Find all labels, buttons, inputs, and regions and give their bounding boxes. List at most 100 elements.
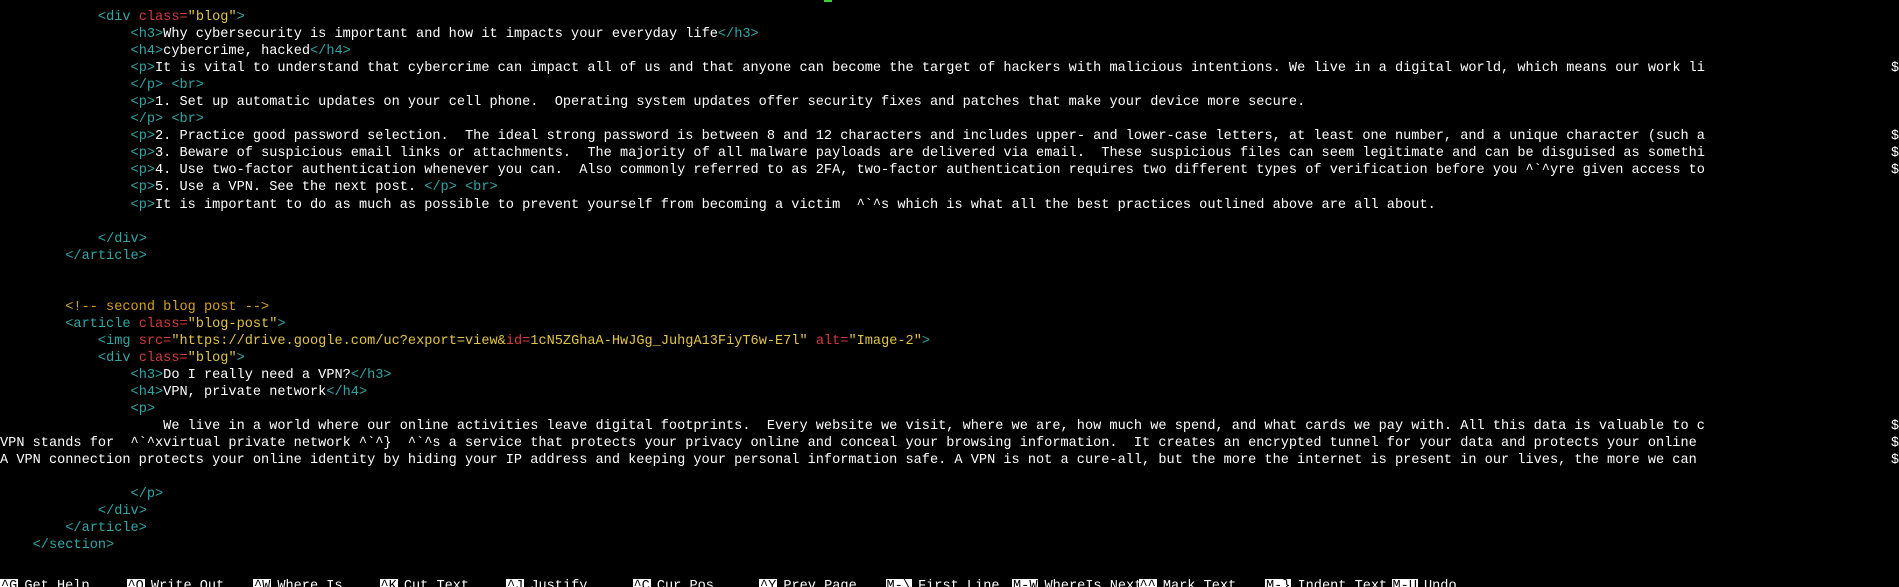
code-token-attr: src= <box>138 333 172 349</box>
shortcut-item[interactable]: M-W WhereIs Next <box>1012 578 1142 587</box>
code-token-text: VPN, private network <box>163 385 327 401</box>
code-token-text: A VPN connection protects your online id… <box>0 453 1705 469</box>
shortcut-item[interactable]: M-U Undo <box>1391 578 1457 587</box>
code-line[interactable]: </p> <br> <box>0 111 1899 128</box>
line-overflow-marker: $ <box>1890 419 1899 435</box>
code-token-attr: class= <box>138 316 188 332</box>
code-token-tag: <p> <box>130 402 156 418</box>
shortcut-key: ^^ <box>1138 579 1157 587</box>
code-line[interactable]: <p> <box>0 401 1899 418</box>
code-line[interactable]: <div class="blog"> <box>0 350 1899 367</box>
code-token-attr: alt= <box>815 333 849 349</box>
code-line[interactable]: <p>1. Set up automatic updates on your c… <box>0 94 1899 111</box>
code-token-tag: </article> <box>65 521 147 537</box>
code-token-tag: > <box>236 10 245 25</box>
code-line[interactable] <box>0 282 1899 299</box>
line-overflow-marker: $ <box>1890 146 1899 162</box>
code-line[interactable]: <img src="https://drive.google.com/uc?ex… <box>0 333 1899 350</box>
code-line[interactable]: <p>3. Beware of suspicious email links o… <box>0 145 1899 162</box>
cursor-marker <box>824 0 832 2</box>
code-line[interactable]: <!-- second blog post --> <box>0 299 1899 316</box>
shortcut-item[interactable]: ^K Cut Text <box>379 578 469 587</box>
code-line[interactable]: <p>2. Practice good password selection. … <box>0 128 1899 145</box>
shortcut-label: Indent Text <box>1297 579 1388 587</box>
code-line[interactable]: <p>It is important to do as much as poss… <box>0 197 1899 214</box>
code-token-text: It is important to do as much as possibl… <box>155 197 1436 213</box>
shortcut-item[interactable]: ^G Get Help <box>0 578 90 587</box>
code-token-tag: </p> <br> <box>424 180 498 196</box>
shortcut-item[interactable]: ^^ Mark Text <box>1138 578 1237 587</box>
code-token-tag: <p> <box>130 129 156 145</box>
code-token-attr: class= <box>138 350 188 366</box>
shortcut-item[interactable]: ^Y Prev Page <box>759 578 857 587</box>
code-token-tag: <h3> <box>130 27 164 43</box>
code-token-tag: <article <box>65 316 139 332</box>
shortcut-label: WhereIs Next <box>1044 579 1143 587</box>
code-line[interactable]: <article class="blog-post"> <box>0 316 1899 333</box>
shortcut-item[interactable]: ^J Justify <box>506 578 587 587</box>
shortcut-item[interactable]: ^O Write Out <box>126 578 225 587</box>
code-token-str: "blog" <box>187 10 237 25</box>
code-line[interactable] <box>0 265 1899 282</box>
shortcut-label: Mark Text <box>1162 579 1237 587</box>
code-line[interactable]: <p>4. Use two-factor authentication when… <box>0 162 1899 179</box>
code-token-text: We live in a world where our online acti… <box>163 419 1705 435</box>
code-line[interactable]: </p> <box>0 486 1899 503</box>
code-line[interactable]: We live in a world where our online acti… <box>0 418 1899 435</box>
shortcut-item[interactable]: M-} Indent Text <box>1265 578 1387 587</box>
shortcut-label: Write Out <box>150 579 225 587</box>
shortcut-item[interactable]: M-\ First Line <box>885 578 1000 587</box>
code-token-tag: </p> <box>130 487 164 503</box>
code-token-tag: <p> <box>130 146 156 162</box>
code-token-text: 3. Beware of suspicious email links or a… <box>155 146 1705 162</box>
code-line[interactable] <box>0 214 1899 231</box>
shortcut-item[interactable]: ^C Cur Pos <box>632 578 714 587</box>
code-token-tag: <img <box>97 333 139 349</box>
shortcut-item[interactable]: ^W Where Is <box>253 578 343 587</box>
shortcut-key: M-W <box>1012 579 1039 587</box>
code-token-str: "Image-2" <box>848 333 922 349</box>
code-line[interactable]: <h3>Why cybersecurity is important and h… <box>0 26 1899 43</box>
code-token-tag: </h4> <box>326 385 368 401</box>
code-token-attr: class= <box>138 10 188 25</box>
code-token-tag: </p> <br> <box>130 112 204 128</box>
code-token-tag: > <box>921 333 931 349</box>
code-line[interactable]: <p>5. Use a VPN. See the next post. </p>… <box>0 179 1899 196</box>
shortcut-key: ^K <box>379 579 398 587</box>
shortcut-key: ^Y <box>759 579 778 587</box>
code-line[interactable] <box>0 469 1899 486</box>
code-line[interactable]: </article> <box>0 248 1899 265</box>
code-line[interactable]: </div> <box>0 503 1899 520</box>
code-token-tag: <h4> <box>130 44 164 60</box>
code-line[interactable]: </article> <box>0 520 1899 537</box>
code-line[interactable]: <h4>VPN, private network</h4> <box>0 384 1899 401</box>
code-line[interactable]: <h4>cybercrime, hacked</h4> <box>0 43 1899 60</box>
code-token-tag: <p> <box>130 61 156 77</box>
code-token-tag: </div> <box>97 231 147 247</box>
code-line[interactable]: </p> <br> <box>0 77 1899 94</box>
code-line[interactable]: <div class="blog"> <box>0 9 1899 26</box>
code-token-text: 2. Practice good password selection. The… <box>155 129 1705 145</box>
code-token-tag: > <box>236 350 245 366</box>
code-line[interactable]: </div> <box>0 231 1899 248</box>
code-line[interactable]: <p>It is vital to understand that cyberc… <box>0 60 1899 77</box>
line-overflow-marker: $ <box>1890 453 1899 469</box>
editor-buffer[interactable]: <div class="blog"> <h3>Why cybersecurity… <box>0 9 1899 569</box>
code-line[interactable]: </section> <box>0 537 1899 554</box>
code-line[interactable]: <h3>Do I really need a VPN?</h3> <box>0 367 1899 384</box>
shortcut-key: ^W <box>253 579 272 587</box>
code-line[interactable]: A VPN connection protects your online id… <box>0 452 1899 469</box>
code-line[interactable]: VPN stands for ^`^xvirtual private netwo… <box>0 435 1899 452</box>
